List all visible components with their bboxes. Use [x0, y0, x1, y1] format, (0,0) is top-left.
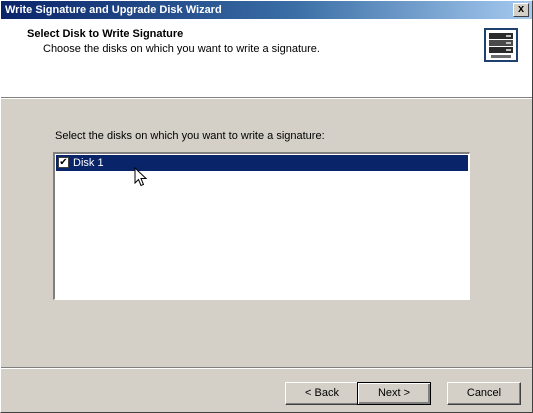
- back-button[interactable]: < Back: [285, 382, 359, 405]
- window-title: Write Signature and Upgrade Disk Wizard: [5, 4, 222, 16]
- disk-1-label: Disk 1: [73, 157, 104, 169]
- header-divider: [1, 97, 532, 99]
- page-subtitle: Choose the disks on which you want to wr…: [43, 43, 320, 55]
- next-button[interactable]: Next >: [357, 382, 431, 405]
- disk-stack-icon: [484, 28, 518, 62]
- cancel-button[interactable]: Cancel: [447, 382, 521, 405]
- wizard-header: Select Disk to Write Signature Choose th…: [1, 19, 532, 97]
- disk-list[interactable]: ✔ Disk 1: [53, 152, 470, 300]
- wizard-window: Write Signature and Upgrade Disk Wizard …: [0, 0, 533, 413]
- title-bar[interactable]: Write Signature and Upgrade Disk Wizard …: [1, 1, 532, 19]
- mouse-cursor-icon: [134, 167, 148, 187]
- disk-1-checkbox[interactable]: ✔: [58, 157, 69, 168]
- footer-divider: [1, 367, 532, 369]
- close-button[interactable]: x: [513, 3, 529, 17]
- page-title: Select Disk to Write Signature: [27, 28, 184, 40]
- list-item[interactable]: ✔ Disk 1: [56, 155, 468, 171]
- instruction-text: Select the disks on which you want to wr…: [55, 130, 325, 142]
